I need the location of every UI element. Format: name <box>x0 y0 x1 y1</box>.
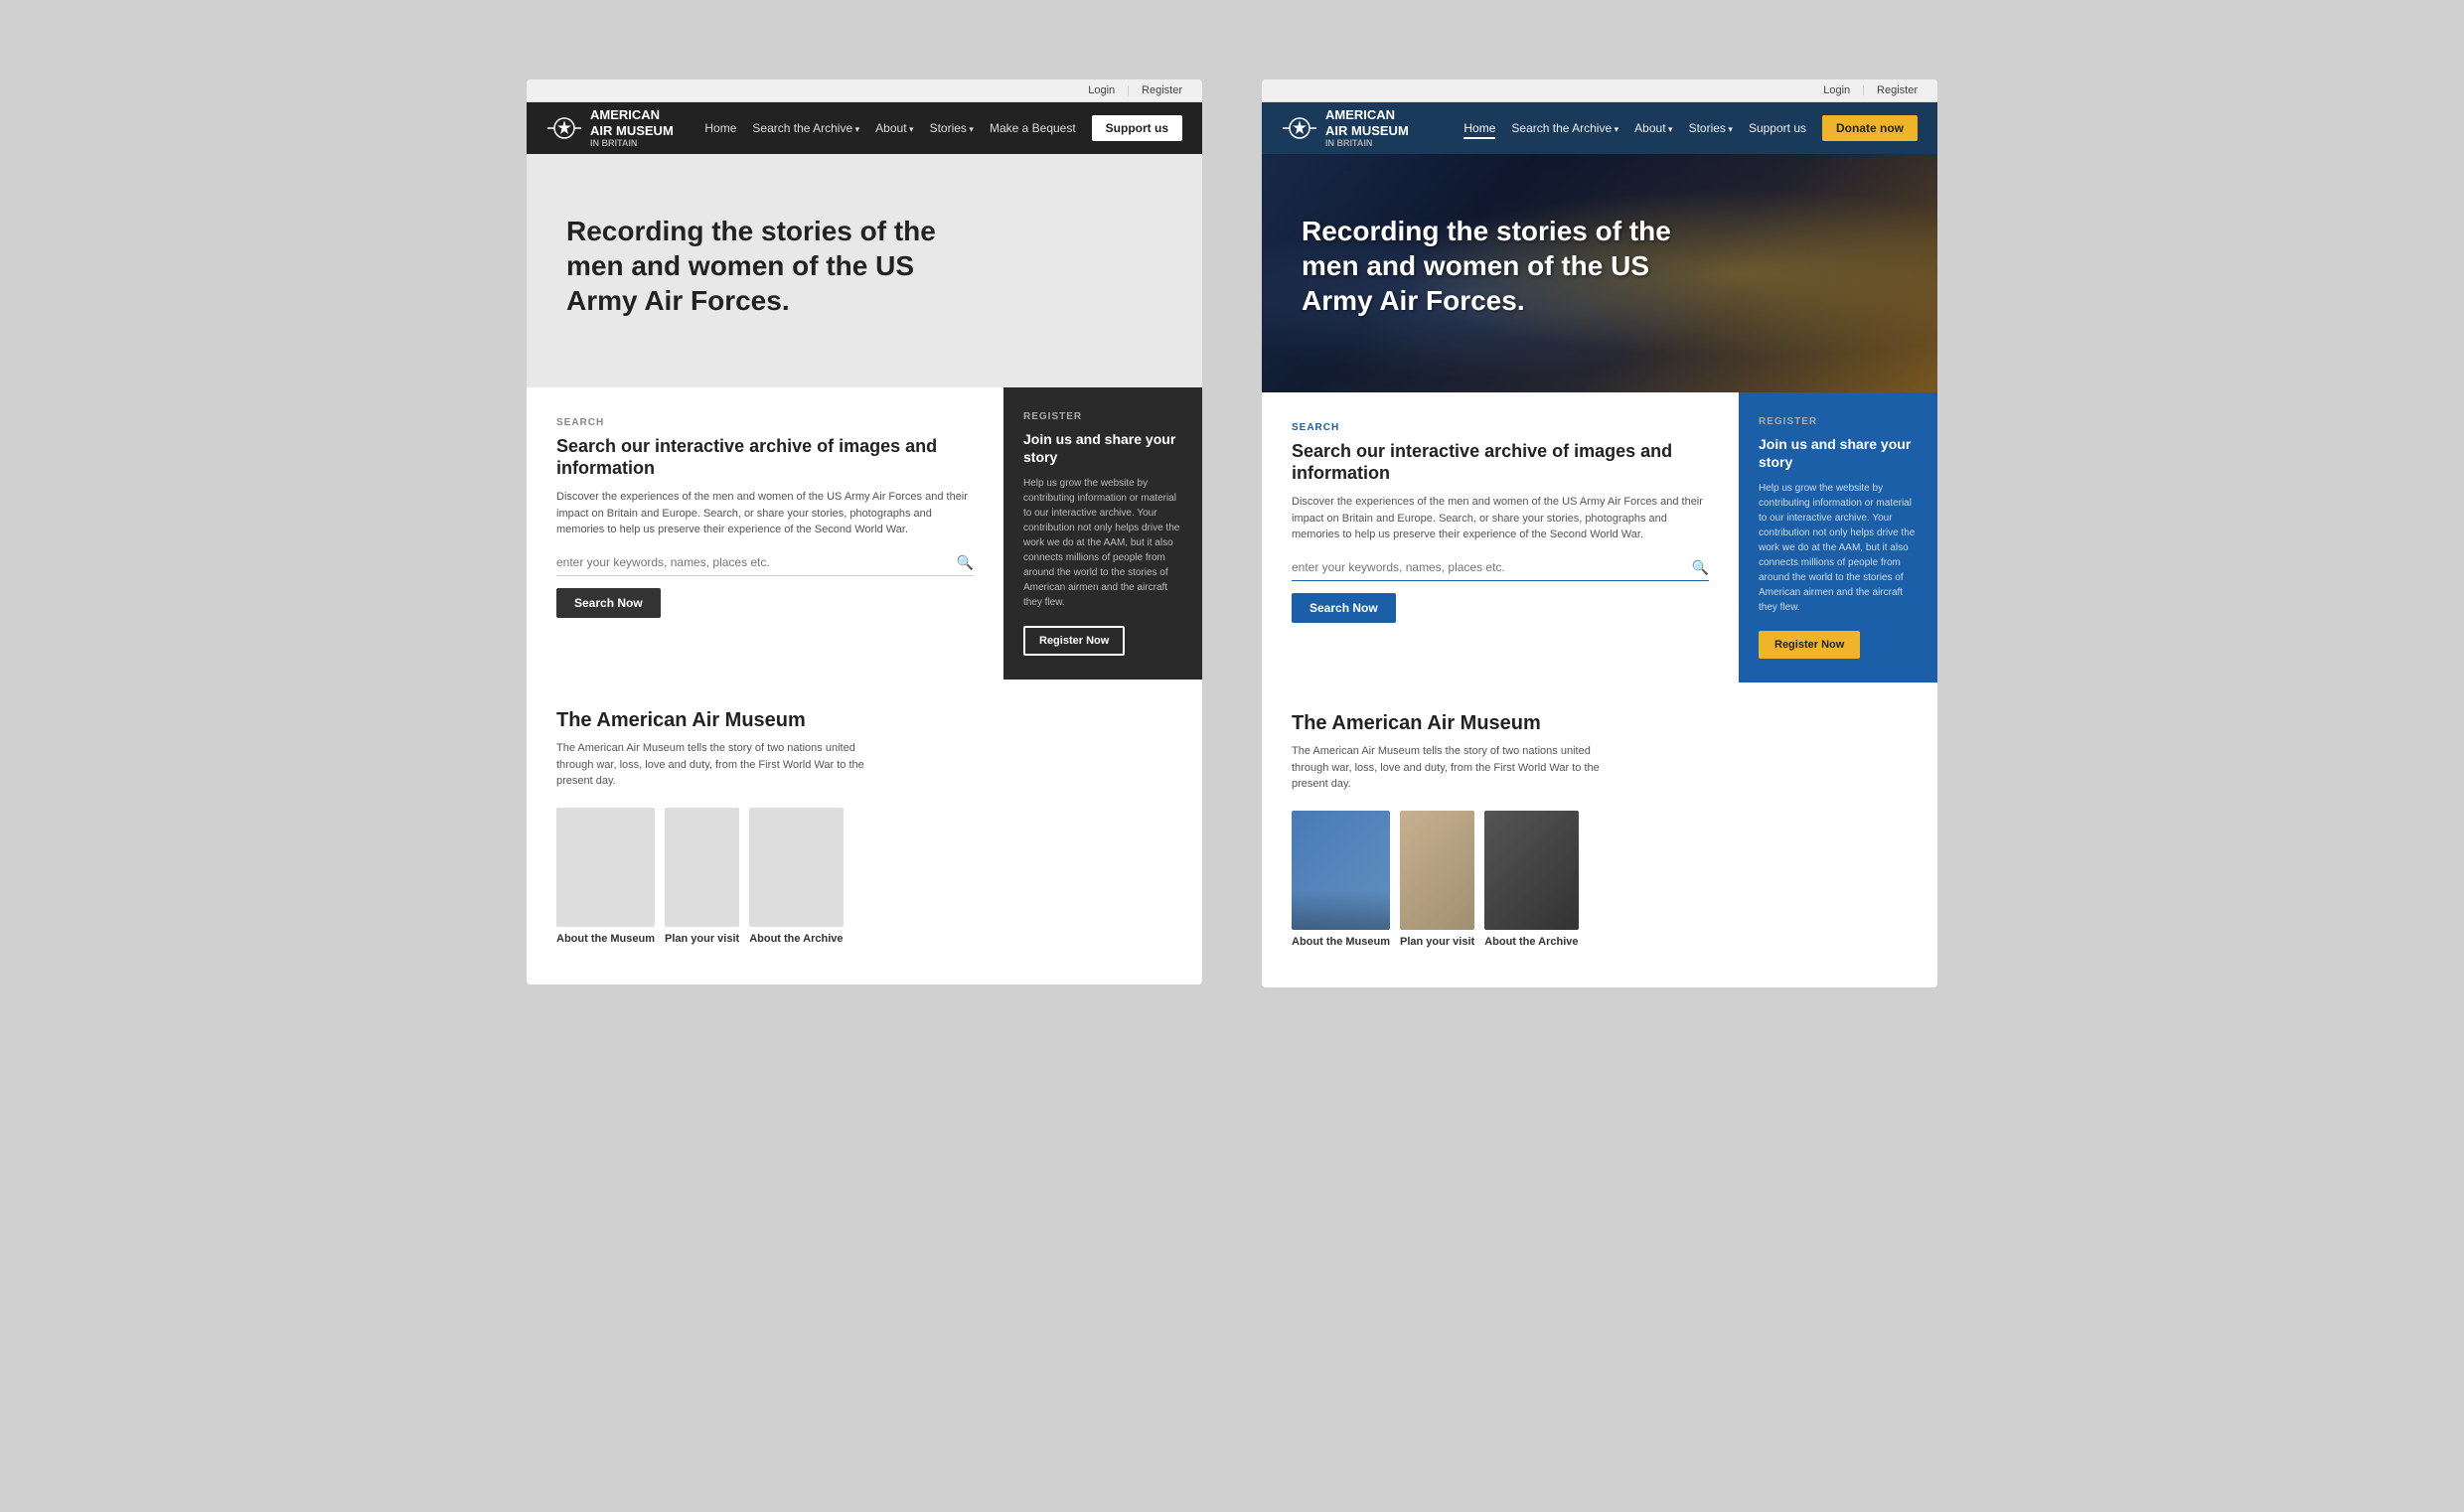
right-search-button[interactable]: Search Now <box>1292 593 1396 623</box>
left-search-description: Discover the experiences of the men and … <box>556 489 974 538</box>
left-logo-icon <box>546 110 582 146</box>
right-museum-heading: The American Air Museum <box>1292 712 1908 735</box>
left-search-input[interactable] <box>556 555 957 569</box>
left-register-label: REGISTER <box>1023 411 1182 422</box>
right-hero-title: Recording the stories of the men and wom… <box>1302 214 1679 318</box>
left-support-button[interactable]: Support us <box>1092 115 1182 141</box>
left-card-thumb-2 <box>665 808 739 927</box>
left-register-col: REGISTER Join us and share your story He… <box>1003 387 1202 680</box>
right-donate-button[interactable]: Donate now <box>1822 115 1918 141</box>
right-register-button[interactable]: Register Now <box>1759 631 1860 659</box>
left-museum-heading: The American Air Museum <box>556 709 1172 732</box>
right-nav-support[interactable]: Support us <box>1749 121 1806 135</box>
right-mid-section: SEARCH Search our interactive archive of… <box>1262 392 1937 682</box>
left-logo: AMERICAN AIR MUSEUM IN BRITAIN <box>546 107 674 149</box>
left-card-thumb-1 <box>556 808 655 927</box>
right-nav-about[interactable]: About <box>1634 121 1672 135</box>
left-search-heading: Search our interactive archive of images… <box>556 436 974 479</box>
right-card-1: About the Museum <box>1292 811 1390 948</box>
right-register-link[interactable]: Register <box>1877 84 1918 96</box>
right-card-thumb-1 <box>1292 811 1390 930</box>
left-museum-description: The American Air Museum tells the story … <box>556 740 894 790</box>
left-nav-about[interactable]: About <box>875 121 913 135</box>
right-auth-bar: Login | Register <box>1262 79 1937 102</box>
left-login-link[interactable]: Login <box>1088 84 1115 96</box>
left-card-label-2: Plan your visit <box>665 933 739 945</box>
right-card-thumb-3 <box>1484 811 1578 930</box>
left-card-2: Plan your visit <box>665 808 739 945</box>
right-card-label-1: About the Museum <box>1292 936 1390 948</box>
left-card-thumb-3 <box>749 808 843 927</box>
left-nav-links: Home Search the Archive About Stories Ma… <box>704 115 1182 141</box>
left-nav-home[interactable]: Home <box>704 121 736 135</box>
right-nav-home[interactable]: Home <box>1463 121 1495 139</box>
left-search-col: SEARCH Search our interactive archive of… <box>527 387 1003 680</box>
right-register-col: REGISTER Join us and share your story He… <box>1739 392 1937 682</box>
right-nav-stories[interactable]: Stories <box>1689 121 1733 135</box>
right-logo: AMERICAN AIR MUSEUM IN BRITAIN <box>1282 107 1409 149</box>
left-hero-title: Recording the stories of the men and wom… <box>566 214 944 318</box>
left-auth-bar: Login | Register <box>527 79 1202 102</box>
right-card-3: About the Archive <box>1484 811 1578 948</box>
right-register-heading: Join us and share your story <box>1759 435 1918 471</box>
left-hero: Recording the stories of the men and wom… <box>527 154 1202 387</box>
left-card-1: About the Museum <box>556 808 655 945</box>
right-museum-description: The American Air Museum tells the story … <box>1292 743 1629 793</box>
right-card-label-3: About the Archive <box>1484 936 1578 948</box>
right-navbar: AMERICAN AIR MUSEUM IN BRITAIN Home Sear… <box>1262 102 1937 154</box>
left-search-button[interactable]: Search Now <box>556 588 661 618</box>
right-nav-links: Home Search the Archive About Stories Su… <box>1463 115 1918 141</box>
left-nav-bequest[interactable]: Make a Bequest <box>990 121 1076 135</box>
right-search-input[interactable] <box>1292 560 1692 574</box>
right-search-icon: 🔍 <box>1692 559 1709 576</box>
right-logo-icon <box>1282 110 1317 146</box>
right-card-grid: About the Museum Plan your visit About t… <box>1292 811 1908 948</box>
left-navbar: AMERICAN AIR MUSEUM IN BRITAIN Home Sear… <box>527 102 1202 154</box>
right-search-description: Discover the experiences of the men and … <box>1292 494 1709 543</box>
left-search-label: SEARCH <box>556 417 974 428</box>
left-register-heading: Join us and share your story <box>1023 430 1182 466</box>
right-panel: Login | Register AMERICAN AIR MUSEUM IN … <box>1262 79 1937 987</box>
left-register-link[interactable]: Register <box>1142 84 1182 96</box>
left-search-icon: 🔍 <box>957 554 974 571</box>
right-search-col: SEARCH Search our interactive archive of… <box>1262 392 1739 682</box>
right-card-2: Plan your visit <box>1400 811 1474 948</box>
right-login-link[interactable]: Login <box>1823 84 1850 96</box>
left-mid-section: SEARCH Search our interactive archive of… <box>527 387 1202 680</box>
right-search-label: SEARCH <box>1292 422 1709 433</box>
left-card-grid: About the Museum Plan your visit About t… <box>556 808 1172 945</box>
left-panel: Login | Register AMERICAN AIR MUSEUM IN … <box>527 79 1202 984</box>
left-nav-search[interactable]: Search the Archive <box>752 121 859 135</box>
left-card-3: About the Archive <box>749 808 843 945</box>
right-search-input-row: 🔍 <box>1292 559 1709 581</box>
right-bottom-section: The American Air Museum The American Air… <box>1262 682 1937 987</box>
right-card-label-2: Plan your visit <box>1400 936 1474 948</box>
right-register-label: REGISTER <box>1759 416 1918 427</box>
left-search-input-row: 🔍 <box>556 554 974 576</box>
left-bottom-section: The American Air Museum The American Air… <box>527 680 1202 984</box>
left-register-button[interactable]: Register Now <box>1023 626 1125 656</box>
left-card-label-1: About the Museum <box>556 933 655 945</box>
right-hero: Recording the stories of the men and wom… <box>1262 154 1937 392</box>
right-card-thumb-2 <box>1400 811 1474 930</box>
left-nav-stories[interactable]: Stories <box>930 121 974 135</box>
right-register-description: Help us grow the website by contributing… <box>1759 481 1918 615</box>
right-search-heading: Search our interactive archive of images… <box>1292 441 1709 484</box>
right-nav-search[interactable]: Search the Archive <box>1511 121 1618 135</box>
left-register-description: Help us grow the website by contributing… <box>1023 476 1182 610</box>
left-card-label-3: About the Archive <box>749 933 843 945</box>
